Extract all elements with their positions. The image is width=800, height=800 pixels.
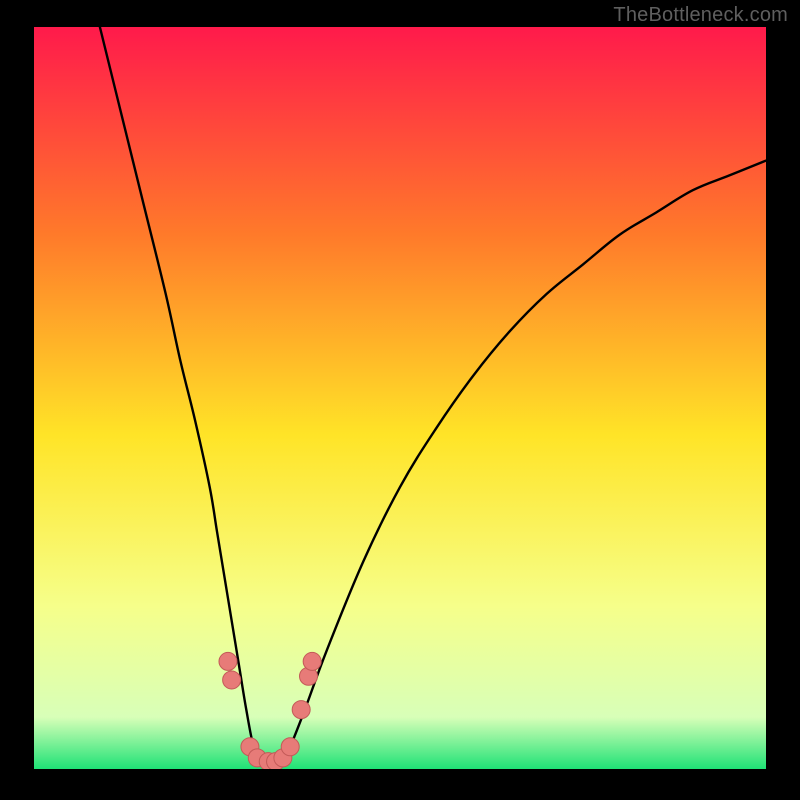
- data-marker: [303, 652, 321, 670]
- data-marker: [219, 652, 237, 670]
- data-marker: [281, 738, 299, 756]
- chart-frame: TheBottleneck.com: [0, 0, 800, 800]
- plot-svg: [34, 27, 766, 769]
- data-marker: [223, 671, 241, 689]
- gradient-background: [34, 27, 766, 769]
- plot-area: [34, 27, 766, 769]
- data-marker: [292, 701, 310, 719]
- watermark-text: TheBottleneck.com: [613, 4, 788, 27]
